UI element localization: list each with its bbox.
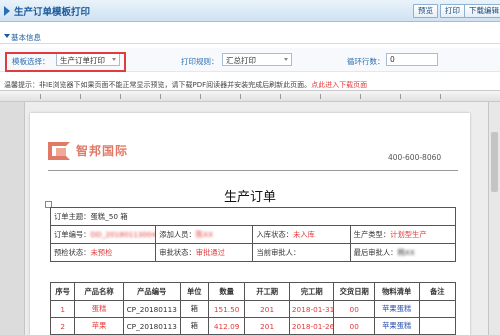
product-table: 序号 产品名称 产品编号 单位 数量 开工期 完工期 交货日期 物料清单 备注 … [49, 282, 456, 335]
hint-message: 温馨提示：非IE浏览器下如果页面不能正常显示预览，请下载PDF阅读器并安装完成后… [4, 81, 312, 89]
table-cell: 苹果蛋糕 [373, 300, 420, 318]
print-button[interactable]: 打印 [440, 4, 465, 18]
order-info-table: 订单主题：蛋糕_50 箱 订单编号：DD_20180113004 添加人员：陈X… [49, 207, 457, 262]
approve-label: 审批状态： [159, 247, 196, 257]
table-cell: 201 [244, 300, 290, 318]
table-header-row: 序号 产品名称 产品编号 单位 数量 开工期 完工期 交货日期 物料清单 备注 [49, 282, 456, 301]
subject-value: 蛋糕_50 箱 [90, 211, 128, 221]
header-divider [48, 170, 458, 171]
table-cell: 00 [333, 317, 375, 335]
table-cell: CP_20180113 [122, 317, 181, 335]
hint-text: 温馨提示：非IE浏览器下如果页面不能正常显示预览，请下载PDF阅读器并安装完成后… [4, 80, 367, 90]
adder-label: 添加人员： [159, 229, 196, 239]
column-header: 序号 [49, 282, 76, 301]
prestatus-label: 预检状态： [54, 247, 91, 257]
ptype-value: 计划型生产 [390, 229, 427, 239]
page-title: 生产订单模板打印 [14, 7, 91, 18]
logo-text: 智邦国际 [76, 144, 129, 158]
table-cell: 2018-01-31 [288, 300, 335, 318]
table-cell: 151.50 [207, 300, 246, 318]
table-cell: 1 [49, 300, 76, 318]
document-title: 生产订单 [223, 190, 276, 205]
play-arrow-icon [4, 6, 10, 16]
download-page-link[interactable]: 点此进入下载页面 [311, 81, 367, 89]
cur-approver-label: 当前审批人： [256, 247, 301, 257]
subject-label: 订单主题： [54, 211, 91, 221]
column-header: 交货日期 [333, 282, 375, 301]
column-header: 开工期 [244, 282, 290, 301]
column-header: 物料清单 [373, 282, 420, 301]
table-cell: 蛋糕 [74, 300, 124, 318]
download-edit-button[interactable]: 下载编辑 [464, 4, 500, 18]
table-cell: 苹果 [74, 317, 124, 335]
column-header: 完工期 [288, 282, 335, 301]
last-approver-label: 最后审批人： [353, 247, 398, 257]
table-row: 2 苹果 CP_20180113 箱 412.09 201 2018-01-26… [49, 317, 456, 335]
adder-value: 陈XX [195, 229, 214, 239]
table-cell: 箱 [179, 300, 209, 318]
column-header: 备注 [418, 282, 456, 301]
scrollbar-thumb[interactable] [491, 132, 498, 192]
viewer-ruler [0, 91, 500, 102]
table-cell: 2018-01-26 [288, 317, 335, 335]
table-cell: CP_20180113 [122, 300, 181, 318]
table-cell: 苹果蛋糕 [373, 317, 420, 335]
table-cell: 箱 [179, 317, 209, 335]
instock-value: 未入库 [292, 229, 315, 239]
table-cell [418, 317, 456, 335]
section-title: 基本信息 [11, 33, 41, 42]
collapse-arrow-icon [4, 34, 10, 38]
last-approver-value: 韩XX [397, 247, 415, 257]
order-no-label: 订单编号： [54, 229, 91, 239]
viewer-left-panel [0, 102, 25, 335]
chevron-down-icon [284, 58, 288, 61]
preview-button[interactable]: 预览 [413, 4, 438, 18]
loop-rows-label: 循环行数： [347, 57, 385, 66]
table-cell: 2 [49, 317, 76, 335]
table-row: 1 蛋糕 CP_20180113 箱 151.50 201 2018-01-31… [49, 300, 456, 318]
basic-info-section[interactable]: 基本信息 [0, 30, 500, 44]
company-phone: 400-600-8060 [388, 153, 442, 162]
print-rule-select[interactable]: 汇总打印 [222, 53, 292, 66]
table-cell: 00 [333, 300, 375, 318]
table-cell: 412.09 [207, 317, 246, 335]
loop-rows-input[interactable]: 0 [386, 53, 438, 66]
ptype-label: 生产类型： [353, 229, 391, 239]
approve-value: 审批通过 [195, 247, 225, 257]
table-cell [418, 300, 456, 318]
company-logo: 智邦国际 [48, 140, 148, 162]
column-header: 产品编号 [122, 282, 181, 301]
print-rule-select-value: 汇总打印 [226, 56, 256, 65]
title-bar: 生产订单模板打印 预览 打印 下载编辑 [0, 0, 500, 22]
column-header: 产品名称 [74, 282, 124, 301]
prestatus-value: 未预检 [90, 247, 113, 257]
column-header: 数量 [207, 282, 246, 301]
order-no-value: DD_20180113004 [90, 229, 156, 239]
highlight-box [5, 52, 126, 72]
column-header: 单位 [179, 282, 209, 301]
print-rule-label: 打印规则： [181, 57, 219, 66]
viewer-scrollbar[interactable] [488, 102, 500, 335]
table-cell: 201 [244, 317, 290, 335]
instock-label: 入库状态： [256, 229, 293, 239]
